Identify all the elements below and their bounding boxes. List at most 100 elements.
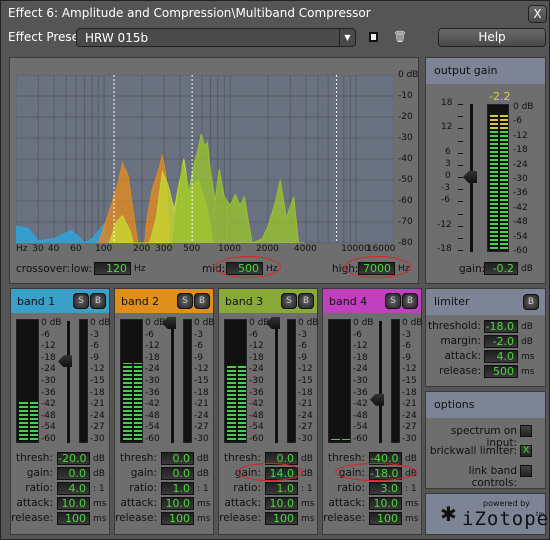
gr-meter-tick-label: 0 dB bbox=[90, 318, 111, 328]
band-2-threshold-track[interactable] bbox=[171, 321, 174, 443]
input-meter-tick-label: -48 bbox=[41, 410, 56, 421]
band-1-ratio-label: ratio: bbox=[25, 482, 53, 494]
input-meter-tick-label: -18 bbox=[353, 352, 368, 363]
freq-tick-label: 30 bbox=[32, 244, 44, 254]
band-2-title: band 2 bbox=[121, 295, 160, 308]
band-1-threshold-track[interactable] bbox=[67, 321, 70, 443]
band-1-release-field[interactable]: 100 bbox=[57, 512, 90, 525]
band-3-threshold-track[interactable] bbox=[275, 321, 278, 443]
gr-meter-tick-label: -3 bbox=[298, 329, 307, 340]
limiter-attack-field[interactable]: 4.0 bbox=[484, 350, 518, 363]
band-3-input-meter-level bbox=[227, 365, 236, 440]
band-2-attack-field[interactable]: 10.0 bbox=[161, 497, 194, 510]
chevron-down-icon[interactable]: ▼ bbox=[339, 29, 355, 46]
band-3-attack-field[interactable]: 10.0 bbox=[265, 497, 298, 510]
band-4-release-field[interactable]: 100 bbox=[369, 512, 402, 525]
band-2-solo-button[interactable]: S bbox=[177, 293, 193, 309]
band-1-gain-field[interactable]: 0.0 bbox=[57, 467, 90, 480]
band-2-attack-unit: ms bbox=[197, 499, 211, 509]
band-4-attack-unit: ms bbox=[405, 499, 419, 509]
limiter-release-label: release: bbox=[439, 365, 481, 377]
gr-meter-tick-label: -27 bbox=[90, 422, 105, 433]
band-4-attack-field[interactable]: 10.0 bbox=[369, 497, 402, 510]
band-3-input-meter-level bbox=[237, 365, 246, 440]
band-3-release-field[interactable]: 100 bbox=[265, 512, 298, 525]
band-3-solo-button[interactable]: S bbox=[281, 293, 297, 309]
band-1-thresh-label: thresh: bbox=[16, 452, 53, 464]
close-button[interactable]: X bbox=[528, 5, 547, 23]
output-slider-tick-label: -12 bbox=[437, 219, 452, 230]
input-meter-tick-label: -36 bbox=[41, 387, 56, 398]
band-2-input-meter-level bbox=[123, 363, 132, 440]
band-1-solo-button[interactable]: S bbox=[73, 293, 89, 309]
low-crossover-field[interactable]: 120 bbox=[94, 262, 131, 275]
band-2-bypass-button[interactable]: B bbox=[194, 293, 210, 309]
input-meter-tick-label: 0 dB bbox=[353, 318, 374, 328]
input-meter-tick-label: -24 bbox=[353, 364, 368, 375]
band-3-ratio-field[interactable]: 1.0 bbox=[265, 482, 298, 495]
output-meter-tick-label: -24 bbox=[513, 159, 528, 170]
gr-meter-tick-label: -9 bbox=[402, 352, 411, 363]
db-tick-label: 0 dB bbox=[398, 70, 419, 80]
input-meter-tick-label: -18 bbox=[41, 352, 56, 363]
band-2-thresh-field[interactable]: 0.0 bbox=[161, 452, 194, 465]
freq-tick-label: 4000 bbox=[293, 244, 317, 254]
band-1-thresh-field[interactable]: -20.0 bbox=[57, 452, 90, 465]
gr-meter-tick-label: -24 bbox=[298, 410, 313, 421]
output-meter-tick-label: -18 bbox=[513, 145, 528, 156]
input-meter-tick-label: -12 bbox=[249, 341, 264, 352]
db-tick-label: -30 bbox=[398, 133, 413, 143]
freq-tick-label: 100 bbox=[95, 244, 113, 254]
limiter-margin-field[interactable]: -2.0 bbox=[484, 335, 518, 348]
option-checkbox[interactable] bbox=[520, 465, 532, 477]
band-2-release-field[interactable]: 100 bbox=[161, 512, 194, 525]
band-1-bypass-button[interactable]: B bbox=[90, 293, 106, 309]
band-1-attack-field[interactable]: 10.0 bbox=[57, 497, 90, 510]
band-4-threshold-track[interactable] bbox=[379, 321, 382, 443]
band-3-bypass-button[interactable]: B bbox=[298, 293, 314, 309]
trash-icon[interactable]: 🗑 bbox=[393, 30, 407, 43]
band-4-thresh-unit: dB bbox=[405, 454, 417, 464]
slider-tick-mark bbox=[458, 225, 463, 227]
band-2-gain-field[interactable]: 0.0 bbox=[161, 467, 194, 480]
band-4-bypass-button[interactable]: B bbox=[402, 293, 418, 309]
logo-powered-by: powered by bbox=[483, 499, 530, 508]
limiter-bypass-button[interactable]: B bbox=[523, 294, 539, 310]
save-icon[interactable] bbox=[369, 32, 378, 42]
gr-meter-tick-label: -6 bbox=[90, 341, 99, 352]
band-1-gain-unit: dB bbox=[93, 469, 105, 479]
gr-meter-tick-label: -12 bbox=[298, 364, 313, 375]
input-meter-tick-label: -48 bbox=[353, 410, 368, 421]
input-meter-tick-label: -42 bbox=[249, 399, 264, 410]
gr-meter-tick-label: -24 bbox=[90, 410, 105, 421]
band-2-thresh-unit: dB bbox=[197, 454, 209, 464]
gr-meter-tick-label: -30 bbox=[402, 434, 417, 444]
limiter-attack-unit: ms bbox=[521, 352, 535, 362]
band-1-ratio-field[interactable]: 4.0 bbox=[57, 482, 90, 495]
limiter-threshold-field[interactable]: -18.0 bbox=[484, 320, 518, 333]
output-gain-field[interactable]: -0.2 bbox=[484, 262, 518, 275]
input-meter-tick-label: -18 bbox=[249, 352, 264, 363]
option-checkbox[interactable]: X bbox=[520, 445, 532, 457]
gr-meter-tick-label: -6 bbox=[402, 341, 411, 352]
preset-dropdown[interactable]: HRW 015b ▼ bbox=[76, 28, 356, 47]
gr-meter-tick-label: -9 bbox=[194, 352, 203, 363]
band-4-ratio-label: ratio: bbox=[337, 482, 365, 494]
low-unit: Hz bbox=[134, 264, 146, 274]
band-4-ratio-field[interactable]: 3.0 bbox=[369, 482, 402, 495]
band-2-release-label: release: bbox=[115, 512, 157, 524]
annotation-ellipse-band4-gain bbox=[335, 463, 417, 481]
band-1-release-label: release: bbox=[11, 512, 53, 524]
limiter-threshold-unit: dB bbox=[521, 322, 533, 332]
band-4-title: band 4 bbox=[329, 295, 368, 308]
band-2-ratio-field[interactable]: 1.0 bbox=[161, 482, 194, 495]
output-gain-unit: dB bbox=[521, 264, 533, 274]
band-4-solo-button[interactable]: S bbox=[385, 293, 401, 309]
input-meter-tick-label: -60 bbox=[41, 434, 56, 444]
help-button[interactable]: Help bbox=[438, 28, 546, 47]
limiter-release-field[interactable]: 500 bbox=[484, 365, 518, 378]
band-1-release-unit: ms bbox=[93, 514, 107, 524]
limiter-threshold-label: threshold: bbox=[428, 320, 481, 332]
option-checkbox[interactable] bbox=[520, 425, 532, 437]
output-level-meter-level bbox=[490, 115, 498, 249]
